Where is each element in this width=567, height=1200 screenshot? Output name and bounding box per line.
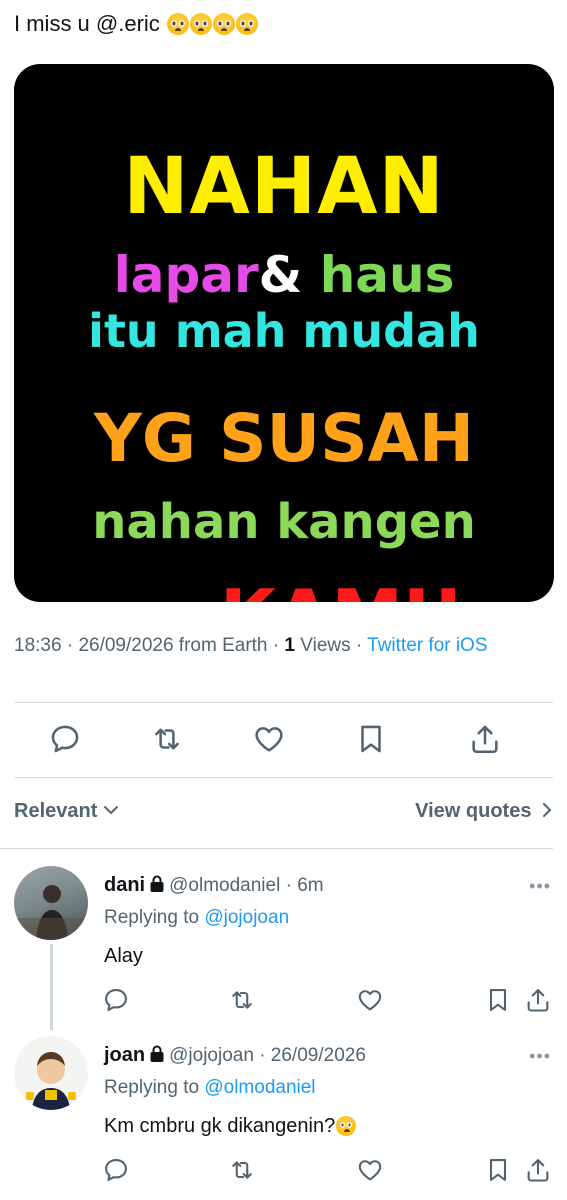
divider: [14, 702, 553, 703]
avatar-dani[interactable]: [14, 866, 88, 940]
tweet-text-content: I miss u @.eric: [14, 11, 166, 36]
reply-header: dani @olmodaniel · 6m: [104, 874, 324, 897]
heart-icon: [358, 990, 382, 1011]
lock-icon: [150, 875, 164, 892]
reply-header: joan @jojojoan · 26/09/2026: [104, 1044, 366, 1067]
more-options-icon[interactable]: •••: [529, 1046, 551, 1067]
views-label[interactable]: Views: [295, 635, 350, 656]
media-text-ampersand: &: [258, 246, 303, 304]
divider: [0, 848, 553, 849]
sort-dropdown[interactable]: Relevant: [14, 800, 119, 823]
bookmark-icon: [489, 1159, 507, 1181]
bookmark-icon: [489, 989, 507, 1011]
media-text-lapar-haus: lapar& haus: [14, 246, 554, 304]
person-photo-icon: [26, 1052, 76, 1110]
reply-author-name[interactable]: joan: [104, 1044, 145, 1066]
pleading-face-emoji-icon: [166, 13, 189, 35]
like-button[interactable]: [356, 986, 384, 1014]
pleading-face-emoji-icon: [212, 13, 235, 35]
replying-to-link[interactable]: @olmodaniel: [204, 1077, 315, 1098]
retweet-button[interactable]: [150, 722, 184, 756]
replying-to-prefix: Replying to: [104, 907, 205, 928]
media-text-kamu: KAMU: [220, 574, 462, 602]
lock-icon: [150, 1045, 164, 1062]
view-quotes-label: View quotes: [415, 800, 532, 822]
share-icon: [472, 725, 498, 754]
like-button[interactable]: [356, 1156, 384, 1184]
media-text-nahan-kangen: nahan kangen: [92, 494, 476, 550]
media-text-nahan: NAHAN: [123, 142, 445, 232]
sort-label: Relevant: [14, 800, 98, 822]
view-quotes-link[interactable]: View quotes: [415, 800, 553, 823]
pleading-face-emoji-icon: [189, 13, 212, 35]
media-text-lapar: lapar: [113, 246, 259, 304]
bookmark-icon: [361, 725, 381, 753]
tweet-location: from Earth: [173, 635, 268, 656]
more-options-icon[interactable]: •••: [529, 876, 551, 897]
heart-icon: [358, 1160, 382, 1181]
reply-button[interactable]: [48, 722, 82, 756]
bookmark-button[interactable]: [484, 1156, 512, 1184]
reply-icon: [51, 725, 79, 753]
tweet-meta: 18:36 · 26/09/2026 from Earth · 1 Views …: [14, 633, 534, 659]
reply-icon: [105, 989, 127, 1011]
retweet-icon: [232, 1161, 252, 1179]
reply-text-content: Km cmbru gk dikangenin?: [104, 1115, 336, 1137]
share-icon: [527, 1159, 549, 1182]
media-text-yg-susah: YG SUSAH: [94, 400, 474, 477]
replying-to-link[interactable]: @jojojoan: [204, 907, 289, 928]
share-button[interactable]: [524, 1156, 552, 1184]
reply-button[interactable]: [102, 986, 130, 1014]
media-text-sama: sama: [106, 600, 220, 602]
tweet-date: 26/09/2026: [78, 635, 174, 656]
share-button[interactable]: [524, 986, 552, 1014]
share-icon: [527, 989, 549, 1012]
reply-author-name[interactable]: dani: [104, 874, 145, 896]
reply-text: Alay: [104, 945, 143, 967]
retweet-icon: [232, 991, 252, 1009]
reply-handle[interactable]: @olmodaniel · 6m: [169, 875, 323, 896]
divider: [14, 777, 553, 778]
thread-connector-line: [50, 944, 53, 1030]
chevron-right-icon: [543, 803, 552, 817]
heart-icon: [255, 727, 283, 752]
reply-icon: [105, 1159, 127, 1181]
avatar-joan[interactable]: [14, 1036, 88, 1110]
source-link[interactable]: Twitter for iOS: [367, 635, 487, 656]
person-photo-icon: [14, 885, 88, 940]
bookmark-button[interactable]: [484, 986, 512, 1014]
media-text-sama-kamu: samaKAMU: [14, 574, 554, 602]
reply-text: Km cmbru gk dikangenin?: [104, 1115, 357, 1138]
replying-to: Replying to @olmodaniel: [104, 1077, 316, 1099]
media-text-itu-mah-mudah: itu mah mudah: [88, 304, 480, 358]
media-text-haus: haus: [319, 246, 455, 304]
reply-button[interactable]: [102, 1156, 130, 1184]
meta-separator: ·: [267, 635, 285, 656]
retweet-button[interactable]: [228, 986, 256, 1014]
replying-to: Replying to @jojojoan: [104, 907, 289, 929]
tweet-media-image[interactable]: NAHAN lapar& haus itu mah mudah YG SUSAH…: [14, 64, 554, 602]
tweet-time: 18:36: [14, 635, 62, 656]
chevron-down-icon: [103, 806, 118, 815]
replying-to-prefix: Replying to: [104, 1077, 205, 1098]
reply-handle[interactable]: @jojojoan · 26/09/2026: [169, 1045, 366, 1066]
bookmark-button[interactable]: [354, 722, 388, 756]
tweet-text: I miss u @.eric: [14, 8, 258, 40]
pleading-face-emoji-icon: [235, 13, 258, 35]
meta-separator: ·: [350, 635, 368, 656]
share-button[interactable]: [468, 722, 502, 756]
retweet-icon: [155, 728, 179, 750]
views-count: 1: [284, 635, 295, 656]
like-button[interactable]: [252, 722, 286, 756]
meta-separator: ·: [61, 635, 79, 656]
pleading-face-emoji-icon: [336, 1116, 357, 1136]
retweet-button[interactable]: [228, 1156, 256, 1184]
